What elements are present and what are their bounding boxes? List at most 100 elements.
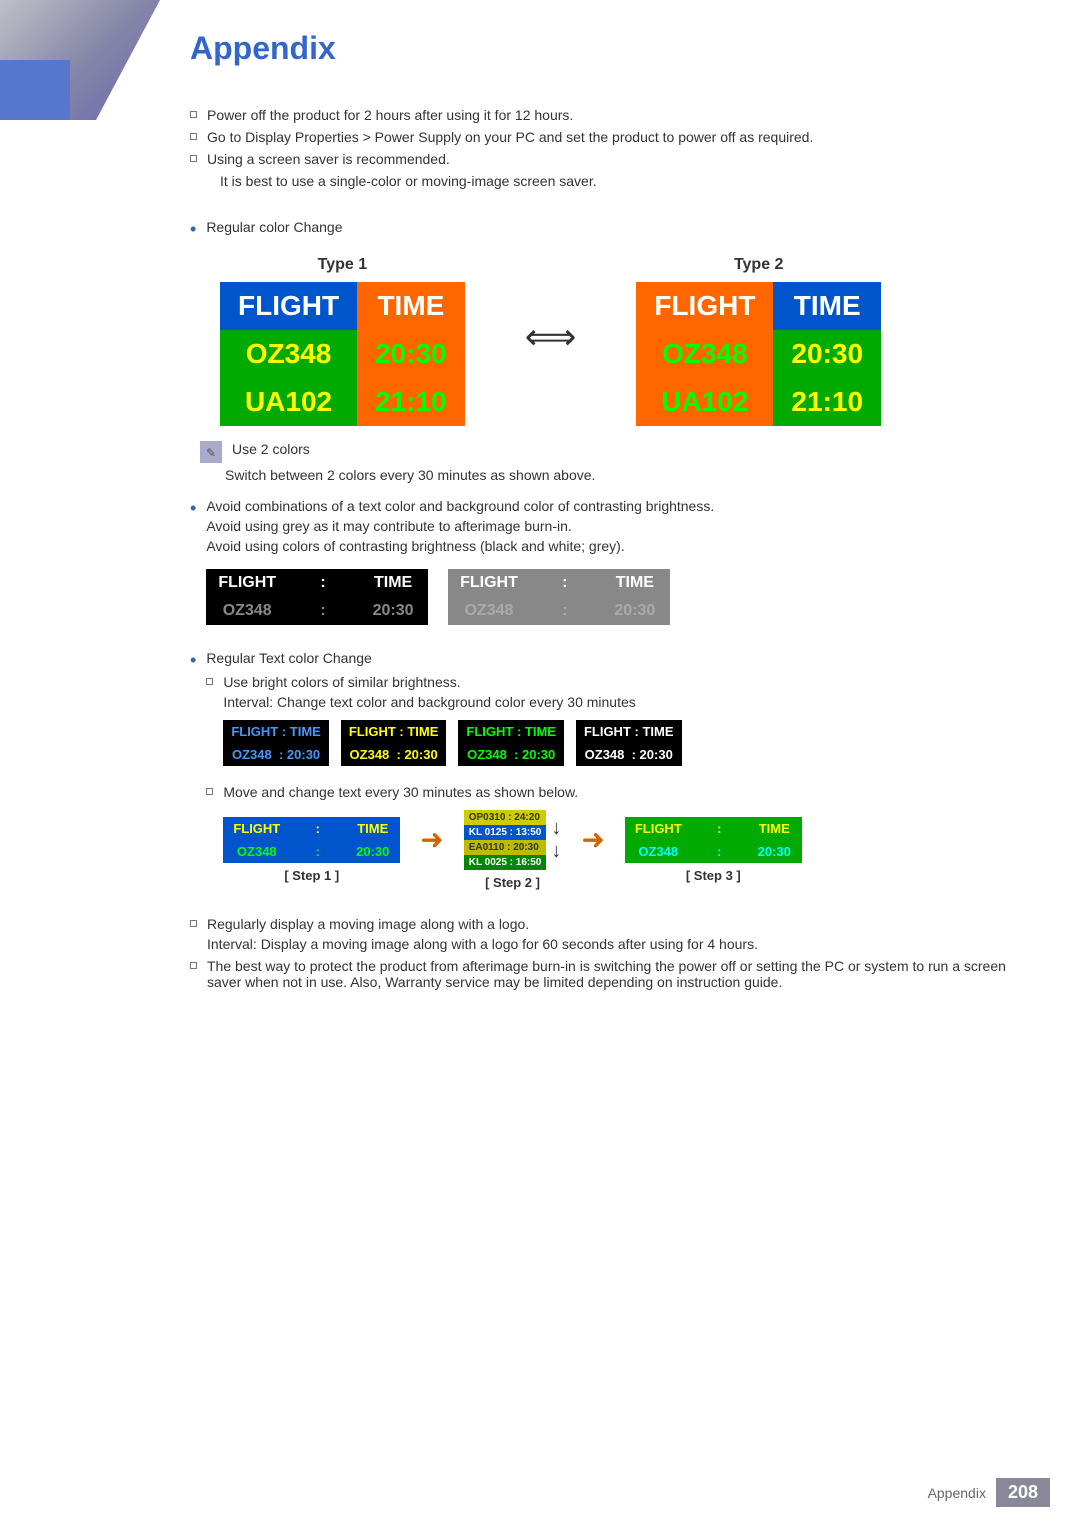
step-row: FLIGHT : TIME OZ348 : 20:30 (223, 810, 801, 890)
bullet-square-icon (206, 678, 213, 685)
variant-table-2: FLIGHT : TIME OZ348 : 20:30 (341, 720, 447, 766)
table-cell: TIME (357, 282, 465, 330)
step1-label: [ Step 1 ] (284, 868, 339, 883)
table-cell: OZ348 : 20:30 (576, 743, 682, 766)
list-item: • Regular color Change (190, 219, 1030, 241)
type1-label: Type 1 (318, 256, 368, 274)
bullet-square-icon (190, 133, 197, 140)
bullet-text: Avoid combinations of a text color and b… (206, 498, 714, 514)
list-item: Power off the product for 2 hours after … (190, 107, 1030, 123)
bullet-square-icon (190, 111, 197, 118)
left-sidebar (0, 0, 160, 1527)
table-cell: FLIGHT (220, 282, 357, 330)
table-cell: : (288, 569, 358, 597)
sidebar-blue-block (0, 60, 70, 120)
type1-table: FLIGHT TIME OZ348 20:30 UA102 21:10 (220, 282, 465, 426)
footer-number: 208 (996, 1478, 1050, 1507)
step-arrow-icon: ➜ (581, 823, 604, 856)
table-cell: 20:30 (357, 330, 465, 378)
page-title: Appendix (190, 30, 1030, 67)
type1-block: Type 1 FLIGHT TIME OZ348 20:30 UA102 21:… (220, 256, 465, 426)
step3-label: [ Step 3 ] (686, 868, 741, 883)
swap-arrow-icon: ⟺ (525, 316, 577, 358)
table-cell: FLIGHT (636, 282, 773, 330)
table-cell: : (530, 569, 600, 597)
note-sub-text: Switch between 2 colors every 30 minutes… (225, 467, 1030, 483)
table-cell: TIME (358, 569, 428, 597)
table-cell: UA102 (220, 378, 357, 426)
table-cell: FLIGHT (448, 569, 530, 597)
step1-table: FLIGHT : TIME OZ348 : 20:30 (223, 817, 400, 863)
bullet-dot-icon: • (190, 650, 196, 672)
variant-table-4: FLIGHT : TIME OZ348 : 20:30 (576, 720, 682, 766)
list-item: Use bright colors of similar brightness.… (206, 674, 801, 776)
bullet-text: Avoid using grey as it may contribute to… (206, 518, 714, 534)
bullet-square-icon (190, 920, 197, 927)
bullet-text: Regular Text color Change (206, 650, 801, 666)
contrast-table-2: FLIGHT : TIME OZ348 : 20:30 (448, 569, 670, 625)
table-cell: OZ348 (206, 597, 288, 625)
table-cell: KL 0025 : 16:50 (464, 855, 547, 870)
table-cell: OZ348 (220, 330, 357, 378)
table-cell: OP0310 : 24:20 (464, 810, 547, 825)
indent-text: Interval: Display a moving image along w… (207, 936, 758, 952)
table-cell: 20:30 (345, 840, 400, 863)
svg-text:✎: ✎ (206, 446, 216, 460)
table-cell: 20:30 (773, 330, 881, 378)
list-item: Move and change text every 30 minutes as… (206, 784, 801, 900)
indent-text: It is best to use a single-color or movi… (220, 173, 1030, 189)
down-arrows-icon: ↓ ↓ (551, 817, 561, 863)
step-arrow-icon: ➜ (420, 823, 443, 856)
step2-label: [ Step 2 ] (485, 875, 540, 890)
step3-table: FLIGHT : TIME OZ348 : 20:30 (625, 817, 802, 863)
list-item: • Avoid combinations of a text color and… (190, 498, 1030, 640)
table-cell: FLIGHT : TIME (341, 720, 447, 743)
sidebar-accent (0, 0, 160, 120)
bullet-dot-icon: • (190, 498, 196, 520)
table-cell: FLIGHT (625, 817, 692, 840)
table-cell: TIME (600, 569, 670, 597)
table-cell: FLIGHT : TIME (576, 720, 682, 743)
table-cell: FLIGHT (206, 569, 288, 597)
note-icon: ✎ (200, 441, 222, 463)
table-cell: : (290, 817, 345, 840)
table-cell: TIME (747, 817, 802, 840)
table-cell: 20:30 (600, 597, 670, 625)
bullet-text: Regular color Change (206, 219, 342, 235)
table-cell: OZ348 (223, 840, 290, 863)
list-item: Go to Display Properties > Power Supply … (190, 129, 1030, 145)
table-cell: KL 0125 : 13:50 (464, 825, 547, 840)
table-cell: 20:30 (747, 840, 802, 863)
table-cell: : (530, 597, 600, 625)
contrast-tables-row: FLIGHT : TIME OZ348 : 20:30 FLIGHT (206, 569, 714, 625)
list-item: • Regular Text color Change Use bright c… (190, 650, 1030, 906)
table-cell: OZ348 : 20:30 (223, 743, 329, 766)
table-cell: 21:10 (357, 378, 465, 426)
bullet-text: Move and change text every 30 minutes as… (223, 784, 801, 800)
table-cell: FLIGHT : TIME (223, 720, 329, 743)
bullet-square-icon (206, 788, 213, 795)
note-row: ✎ Use 2 colors (200, 441, 1030, 463)
bullet-text: Regularly display a moving image along w… (207, 916, 758, 932)
indent-text: Interval: Change text color and backgrou… (223, 694, 681, 710)
table-cell: UA102 (636, 378, 773, 426)
list-item: The best way to protect the product from… (190, 958, 1030, 990)
table-cell: FLIGHT : TIME (458, 720, 564, 743)
list-item: Using a screen saver is recommended. (190, 151, 1030, 167)
bullet-text: Go to Display Properties > Power Supply … (207, 129, 813, 145)
bullet-text: The best way to protect the product from… (207, 958, 1030, 990)
step2-table: OP0310 : 24:20 KL 0125 : 13:50 EA0110 : … (464, 810, 547, 870)
table-cell: : (290, 840, 345, 863)
table-cell: EA0110 : 20:30 (464, 840, 547, 855)
bullet-text: Using a screen saver is recommended. (207, 151, 450, 167)
type2-block: Type 2 FLIGHT TIME OZ348 20:30 UA102 21:… (636, 256, 881, 426)
table-cell: OZ348 (636, 330, 773, 378)
table-cell: : (692, 817, 747, 840)
table-cell: OZ348 (625, 840, 692, 863)
table-cell: : (288, 597, 358, 625)
table-cell: 21:10 (773, 378, 881, 426)
list-item: Regularly display a moving image along w… (190, 916, 1030, 952)
bullet-dot-icon: • (190, 219, 196, 241)
type2-label: Type 2 (734, 256, 784, 274)
table-cell: 20:30 (358, 597, 428, 625)
